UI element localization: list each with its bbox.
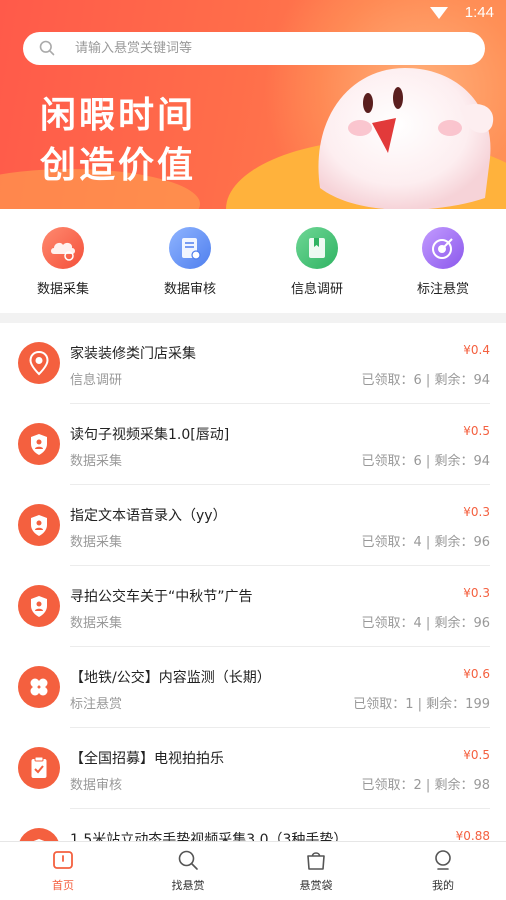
task-stats: 已领取：4 | 剩余：96 xyxy=(361,616,490,631)
document-review-icon xyxy=(169,227,211,269)
category-grid: 数据采集 数据审核 信息调研 标注悬赏 xyxy=(0,209,506,313)
task-price: ¥0.5 xyxy=(463,424,490,438)
shield-user-icon xyxy=(18,423,60,465)
status-time: 1:44 xyxy=(464,4,494,21)
task-row[interactable]: 1.5米站立动态手势视频采集3.0（3种手势） ¥0.88 xyxy=(0,809,506,841)
task-title: 读句子视频采集1.0[唇动] xyxy=(70,427,230,443)
task-price: ¥0.4 xyxy=(463,343,490,357)
status-bar: 1:44 xyxy=(0,0,506,28)
profile-icon xyxy=(435,850,451,870)
wifi-icon xyxy=(430,7,448,19)
tab-bounty-bag[interactable]: 悬赏袋 xyxy=(271,848,361,893)
task-row[interactable]: 指定文本语音录入（yy） 数据采集 ¥0.3 已领取：4 | 剩余：96 xyxy=(0,485,506,566)
task-title: 1.5米站立动态手势视频采集3.0（3种手势） xyxy=(70,832,348,841)
book-research-icon xyxy=(296,227,338,269)
category-label: 数据审核 xyxy=(163,282,216,297)
search-icon xyxy=(39,40,55,56)
shield-user-icon xyxy=(18,585,60,627)
task-price: ¥0.6 xyxy=(463,667,490,681)
category-label: 标注悬赏 xyxy=(416,282,469,297)
section-divider xyxy=(0,313,506,323)
location-pin-icon xyxy=(18,342,60,384)
category-label: 信息调研 xyxy=(290,282,343,297)
tab-find-bounty[interactable]: 找悬赏 xyxy=(143,848,233,893)
task-title: 指定文本语音录入（yy） xyxy=(70,508,227,524)
clover-icon xyxy=(18,666,60,708)
tab-label: 找悬赏 xyxy=(171,879,205,892)
shield-user-icon xyxy=(18,504,60,546)
category-annotation-bounty[interactable]: 标注悬赏 xyxy=(393,227,493,297)
task-title: 家装装修类门店采集 xyxy=(70,346,196,362)
task-row[interactable]: 【全国招募】电视拍拍乐 数据审核 ¥0.5 已领取：2 | 剩余：98 xyxy=(0,728,506,809)
task-row[interactable]: 【地铁/公交】内容监测（长期） 标注悬赏 ¥0.6 已领取：1 | 剩余：199 xyxy=(0,647,506,728)
task-price: ¥0.3 xyxy=(463,586,490,600)
target-dart-icon xyxy=(422,227,464,269)
tab-label: 首页 xyxy=(52,879,74,892)
bag-icon xyxy=(307,852,325,870)
shield-user-icon xyxy=(18,828,60,841)
task-stats: 已领取：2 | 剩余：98 xyxy=(361,778,490,793)
task-title: 寻拍公交车关于“中秋节”广告 xyxy=(70,589,253,605)
task-row[interactable]: 读句子视频采集1.0[唇动] 数据采集 ¥0.5 已领取：6 | 剩余：94 xyxy=(0,404,506,485)
cloud-collect-icon xyxy=(42,227,84,269)
task-stats: 已领取：4 | 剩余：96 xyxy=(361,535,490,550)
mascot-illustration xyxy=(318,68,494,209)
task-price: ¥0.3 xyxy=(463,505,490,519)
bottom-tab-bar: 首页 找悬赏 悬赏袋 我的 xyxy=(0,841,506,900)
task-category: 标注悬赏 xyxy=(70,697,123,712)
task-category: 数据采集 xyxy=(70,616,123,631)
category-label: 数据采集 xyxy=(36,282,89,297)
task-category: 数据采集 xyxy=(70,535,123,550)
task-row[interactable]: 家装装修类门店采集 信息调研 ¥0.4 已领取：6 | 剩余：94 xyxy=(0,323,506,404)
tab-label: 悬赏袋 xyxy=(299,879,333,892)
task-stats: 已领取：6 | 剩余：94 xyxy=(361,454,490,469)
banner-slogan-line2: 创造价值 xyxy=(40,145,197,186)
tab-home[interactable]: 首页 xyxy=(18,848,108,893)
task-stats: 已领取：6 | 剩余：94 xyxy=(361,373,490,388)
search-icon xyxy=(178,850,198,870)
task-category: 数据采集 xyxy=(70,454,123,469)
task-category: 信息调研 xyxy=(70,373,123,388)
banner-slogan-line1: 闲暇时间 xyxy=(40,95,197,136)
task-price: ¥0.88 xyxy=(455,829,490,841)
task-price: ¥0.5 xyxy=(463,748,490,762)
home-icon xyxy=(53,851,73,869)
category-info-research[interactable]: 信息调研 xyxy=(267,227,367,297)
task-row[interactable]: 寻拍公交车关于“中秋节”广告 数据采集 ¥0.3 已领取：4 | 剩余：96 xyxy=(0,566,506,647)
task-category: 数据审核 xyxy=(70,778,123,793)
tab-profile[interactable]: 我的 xyxy=(398,848,488,893)
task-title: 【全国招募】电视拍拍乐 xyxy=(70,751,224,767)
category-data-collection[interactable]: 数据采集 xyxy=(13,227,113,297)
category-data-review[interactable]: 数据审核 xyxy=(140,227,240,297)
tab-label: 我的 xyxy=(432,879,454,892)
task-title: 【地铁/公交】内容监测（长期） xyxy=(70,670,271,686)
clipboard-check-icon xyxy=(18,747,60,789)
task-list: 家装装修类门店采集 信息调研 ¥0.4 已领取：6 | 剩余：94 读句子视频采… xyxy=(0,323,506,841)
top-banner[interactable]: 1:44 闲暇时间 创造价值 xyxy=(0,0,506,209)
task-stats: 已领取：1 | 剩余：199 xyxy=(353,697,490,712)
